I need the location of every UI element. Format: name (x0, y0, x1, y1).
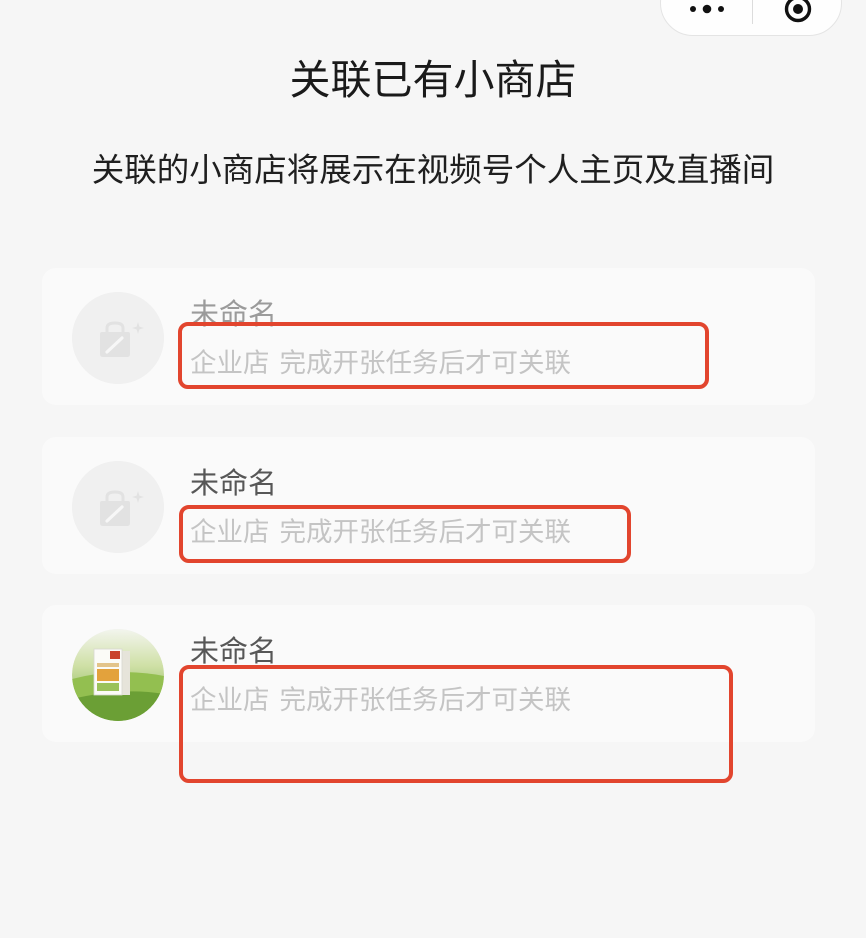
shop-bag-icon (72, 292, 164, 384)
shop-card[interactable]: 未命名 企业店 完成开张任务后才可关联 (42, 268, 815, 405)
capsule-body (660, 0, 842, 36)
target-icon (784, 0, 812, 23)
shop-type-label: 企业店 (190, 685, 270, 715)
page-title: 关联已有小商店 (289, 57, 577, 103)
shop-thumbnail-image (72, 629, 164, 721)
page-subtitle: 关联的小商店将展示在视频号个人主页及直播间 (91, 152, 775, 188)
shop-name: 未命名 (190, 468, 278, 500)
capsule-more-button[interactable] (661, 0, 752, 35)
shop-status-text: 完成开张任务后才可关联 (279, 348, 572, 378)
shop-type-label: 企业店 (190, 517, 270, 547)
shop-status-line: 企业店 完成开张任务后才可关联 (190, 345, 571, 381)
shop-status-line: 企业店 完成开张任务后才可关联 (190, 514, 571, 550)
shop-name: 未命名 (190, 299, 278, 331)
shop-name: 未命名 (190, 636, 278, 668)
shop-status-text: 完成开张任务后才可关联 (279, 685, 572, 715)
shop-status-line: 企业店 完成开张任务后才可关联 (190, 682, 571, 718)
shop-status-text: 完成开张任务后才可关联 (279, 517, 572, 547)
shop-card[interactable]: 未命名 企业店 完成开张任务后才可关联 (42, 605, 815, 742)
shop-type-label: 企业店 (190, 348, 270, 378)
mini-program-capsule (660, 0, 844, 37)
shop-bag-icon (72, 461, 164, 553)
more-dots-icon (690, 4, 724, 14)
shop-card[interactable]: 未命名 企业店 完成开张任务后才可关联 (42, 437, 815, 574)
capsule-exit-button[interactable] (753, 0, 842, 35)
